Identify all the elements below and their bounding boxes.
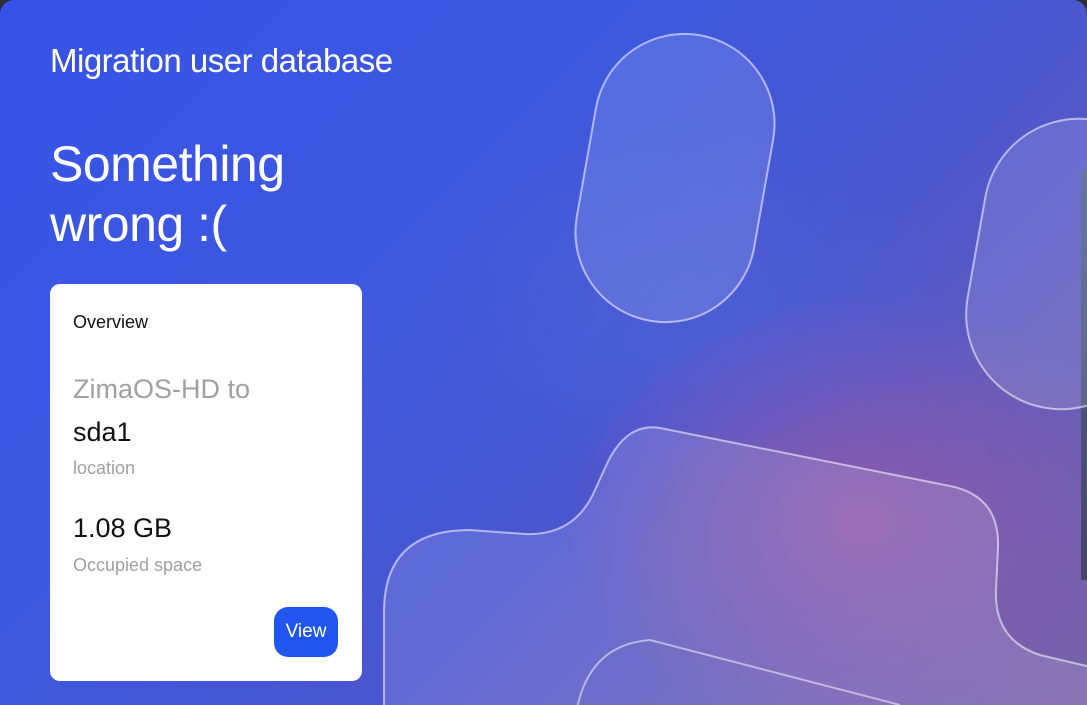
error-headline-line-2: wrong :( — [50, 196, 227, 252]
error-headline-line-1: Something — [50, 136, 285, 192]
pill-shape-right — [965, 117, 1087, 411]
overview-card: Overview ZimaOS-HD to sda1 location 1.08… — [50, 284, 362, 681]
error-headline: Something wrong :( — [50, 134, 450, 254]
view-button[interactable]: View — [274, 607, 338, 657]
location-label: location — [73, 458, 136, 478]
occupied-space-label: Occupied space — [73, 555, 203, 575]
migration-dialog: Migration user database Something wrong … — [0, 0, 1087, 705]
migration-destination: sda1 — [73, 417, 132, 447]
pill-shape-top — [574, 32, 776, 324]
migration-source: ZimaOS-HD to — [73, 374, 251, 404]
occupied-space-value: 1.08 GB — [73, 513, 173, 543]
dialog-title: Migration user database — [50, 42, 393, 79]
blob-shape-bottom — [383, 426, 1087, 705]
overview-heading: Overview — [73, 312, 149, 332]
